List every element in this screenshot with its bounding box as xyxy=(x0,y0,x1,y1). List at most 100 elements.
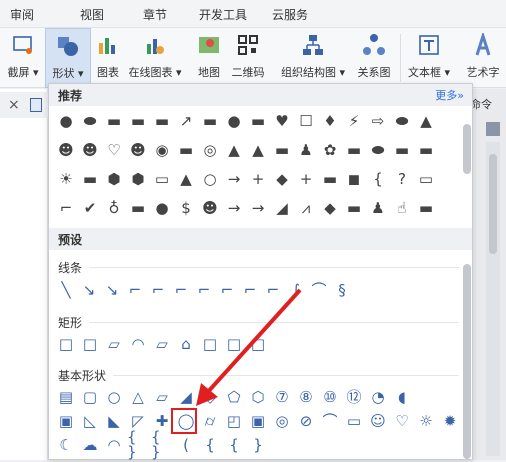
pane-toggle-icon[interactable] xyxy=(486,122,500,136)
line-shape-icon[interactable]: ⌐ xyxy=(262,279,284,301)
basic-shape-icon[interactable]: △ xyxy=(127,386,149,408)
recommended-scrollbar[interactable] xyxy=(463,124,471,174)
recommended-shape-icon[interactable]: ▭ xyxy=(151,168,173,190)
recommended-shape-icon[interactable]: ♦ xyxy=(319,110,341,132)
recommended-shape-icon[interactable]: ✿ xyxy=(319,139,341,161)
basic-shape-icon[interactable]: ⬡ xyxy=(247,386,269,408)
basic-shape-icon[interactable]: ☁ xyxy=(79,434,101,456)
rectangle-shape-icon[interactable]: □ xyxy=(247,333,269,355)
line-shape-icon[interactable]: ⌐ xyxy=(147,279,169,301)
recommended-shape-icon[interactable]: ? xyxy=(391,168,413,190)
line-shape-icon[interactable]: ⌐ xyxy=(216,279,238,301)
online-chart-button[interactable]: 在线图表 ▾ xyxy=(126,28,184,88)
recommended-shape-icon[interactable]: ⌐ xyxy=(55,197,77,219)
basic-shape-icon[interactable]: { } xyxy=(127,430,149,460)
line-shape-icon[interactable]: § xyxy=(331,279,353,301)
recommended-shape-icon[interactable]: ◼ xyxy=(343,168,365,190)
basic-shape-icon[interactable]: ⑩ xyxy=(319,386,341,408)
recommended-shape-icon[interactable]: ↗ xyxy=(175,110,197,132)
recommended-shape-icon[interactable]: ⚡ xyxy=(343,110,365,132)
recommended-shape-icon[interactable]: ▬ xyxy=(127,197,149,219)
wordart-button[interactable]: 艺术字 xyxy=(460,28,506,88)
basic-shape-icon[interactable]: ◎ xyxy=(271,410,293,432)
recommended-shape-icon[interactable]: ▬ xyxy=(319,168,341,190)
rectangle-shape-icon[interactable]: ◠ xyxy=(127,333,149,355)
recommended-shape-icon[interactable]: ▬ xyxy=(343,197,365,219)
recommended-shape-icon[interactable]: ☻ xyxy=(199,197,221,219)
recommended-shape-icon[interactable]: ♟ xyxy=(367,197,389,219)
recommended-shape-icon[interactable]: ▲ xyxy=(223,139,245,161)
map-button[interactable]: 地图 xyxy=(193,28,225,88)
recommended-shape-icon[interactable]: ◆ xyxy=(271,168,293,190)
textbox-button[interactable]: 文本框 ▾ xyxy=(405,28,453,88)
recommended-shape-icon[interactable]: ▲ xyxy=(247,139,269,161)
recommended-shape-icon[interactable]: ▬ xyxy=(127,110,149,132)
recommended-shape-icon[interactable]: ♥ xyxy=(271,110,293,132)
qrcode-button[interactable]: 二维码 xyxy=(228,28,268,88)
more-link[interactable]: 更多» xyxy=(435,87,464,103)
rectangle-shape-icon[interactable]: □ xyxy=(223,333,245,355)
shapes-button[interactable]: 形状 ▾ xyxy=(45,28,91,88)
org-chart-button[interactable]: 组织结构图 ▾ xyxy=(274,28,352,88)
recommended-shape-icon[interactable]: ▬ xyxy=(415,139,437,161)
recommended-shape-icon[interactable]: ▲ xyxy=(415,110,437,132)
recommended-shape-icon[interactable]: $ xyxy=(175,197,197,219)
tab-review[interactable]: 审阅 xyxy=(10,6,34,23)
recommended-shape-icon[interactable]: ♟ xyxy=(295,139,317,161)
recommended-shape-icon[interactable]: ⬢ xyxy=(103,168,125,190)
recommended-shape-icon[interactable]: ▬ xyxy=(415,197,437,219)
recommended-shape-icon[interactable]: ♡ xyxy=(103,139,125,161)
basic-shape-icon[interactable]: ▢ xyxy=(79,386,101,408)
recommended-shape-icon[interactable]: ▬ xyxy=(79,168,101,190)
recommended-shape-icon[interactable]: ▬ xyxy=(151,110,173,132)
line-shape-icon[interactable]: ↘ xyxy=(101,279,123,301)
chart-button[interactable]: 图表 xyxy=(92,28,124,88)
basic-shape-icon[interactable]: ▣ xyxy=(55,410,77,432)
recommended-shape-icon[interactable]: ▲ xyxy=(175,168,197,190)
basic-shape-icon[interactable]: ⌒ xyxy=(319,410,341,432)
basic-shape-icon[interactable]: ◠ xyxy=(103,434,125,456)
basic-shape-icon[interactable]: ⑧ xyxy=(295,386,317,408)
basic-shape-icon[interactable]: ▱ xyxy=(151,386,173,408)
basic-shape-icon[interactable]: ⬠ xyxy=(223,386,245,408)
basic-shape-icon[interactable]: ⑫ xyxy=(343,386,365,408)
recommended-shape-icon[interactable]: ⩘ xyxy=(295,197,317,219)
recommended-shape-icon[interactable]: ◆ xyxy=(319,197,341,219)
recommended-shape-icon[interactable]: + xyxy=(295,168,317,190)
recommended-shape-icon[interactable]: ◢ xyxy=(271,197,293,219)
recommended-shape-icon[interactable]: ♁ xyxy=(103,197,125,219)
line-shape-icon[interactable]: ⌐ xyxy=(124,279,146,301)
recommended-shape-icon[interactable]: ⬬ xyxy=(367,139,389,161)
recommended-shape-icon[interactable]: ▬ xyxy=(103,110,125,132)
basic-shape-icon[interactable]: ○ xyxy=(103,386,125,408)
recommended-shape-icon[interactable]: ☻ xyxy=(55,139,77,161)
recommended-shape-icon[interactable]: ◎ xyxy=(199,139,221,161)
recommended-shape-icon[interactable]: ▭ xyxy=(415,168,437,190)
document-tab[interactable]: × xyxy=(0,92,48,118)
basic-shape-icon[interactable]: ⊘ xyxy=(295,410,317,432)
recommended-shape-icon[interactable]: ☝ xyxy=(391,197,413,219)
basic-shape-icon[interactable]: ◇ xyxy=(199,386,221,408)
tab-chapter[interactable]: 章节 xyxy=(143,6,167,23)
recommended-shape-icon[interactable]: ⬢ xyxy=(127,168,149,190)
basic-shape-icon[interactable]: ⌭ xyxy=(199,410,221,432)
basic-shape-icon[interactable]: ▤ xyxy=(55,386,77,408)
line-shape-icon[interactable]: ⌐ xyxy=(170,279,192,301)
recommended-shape-icon[interactable]: ● xyxy=(55,110,77,132)
recommended-shape-icon[interactable]: + xyxy=(247,168,269,190)
basic-shape-icon[interactable]: ▣ xyxy=(247,410,269,432)
recommended-shape-icon[interactable]: ☻ xyxy=(127,139,149,161)
line-shape-icon[interactable]: ⌒ xyxy=(308,279,330,301)
basic-shape-icon[interactable]: ♡ xyxy=(391,410,413,432)
basic-shape-icon[interactable]: ◖ xyxy=(391,386,413,408)
basic-shape-icon[interactable]: { xyxy=(223,434,245,456)
basic-shape-icon[interactable]: ☼ xyxy=(415,410,437,432)
line-shape-icon[interactable]: ↘ xyxy=(78,279,100,301)
basic-shape-icon[interactable]: ( xyxy=(175,434,197,456)
recommended-shape-icon[interactable]: ▬ xyxy=(271,139,293,161)
recommended-shape-icon[interactable]: ● xyxy=(151,197,173,219)
recommended-shape-icon[interactable]: ◉ xyxy=(151,139,173,161)
basic-shape-icon[interactable]: { xyxy=(199,434,221,456)
recommended-shape-icon[interactable]: ✔ xyxy=(79,197,101,219)
tab-cloud[interactable]: 云服务 xyxy=(272,6,308,23)
